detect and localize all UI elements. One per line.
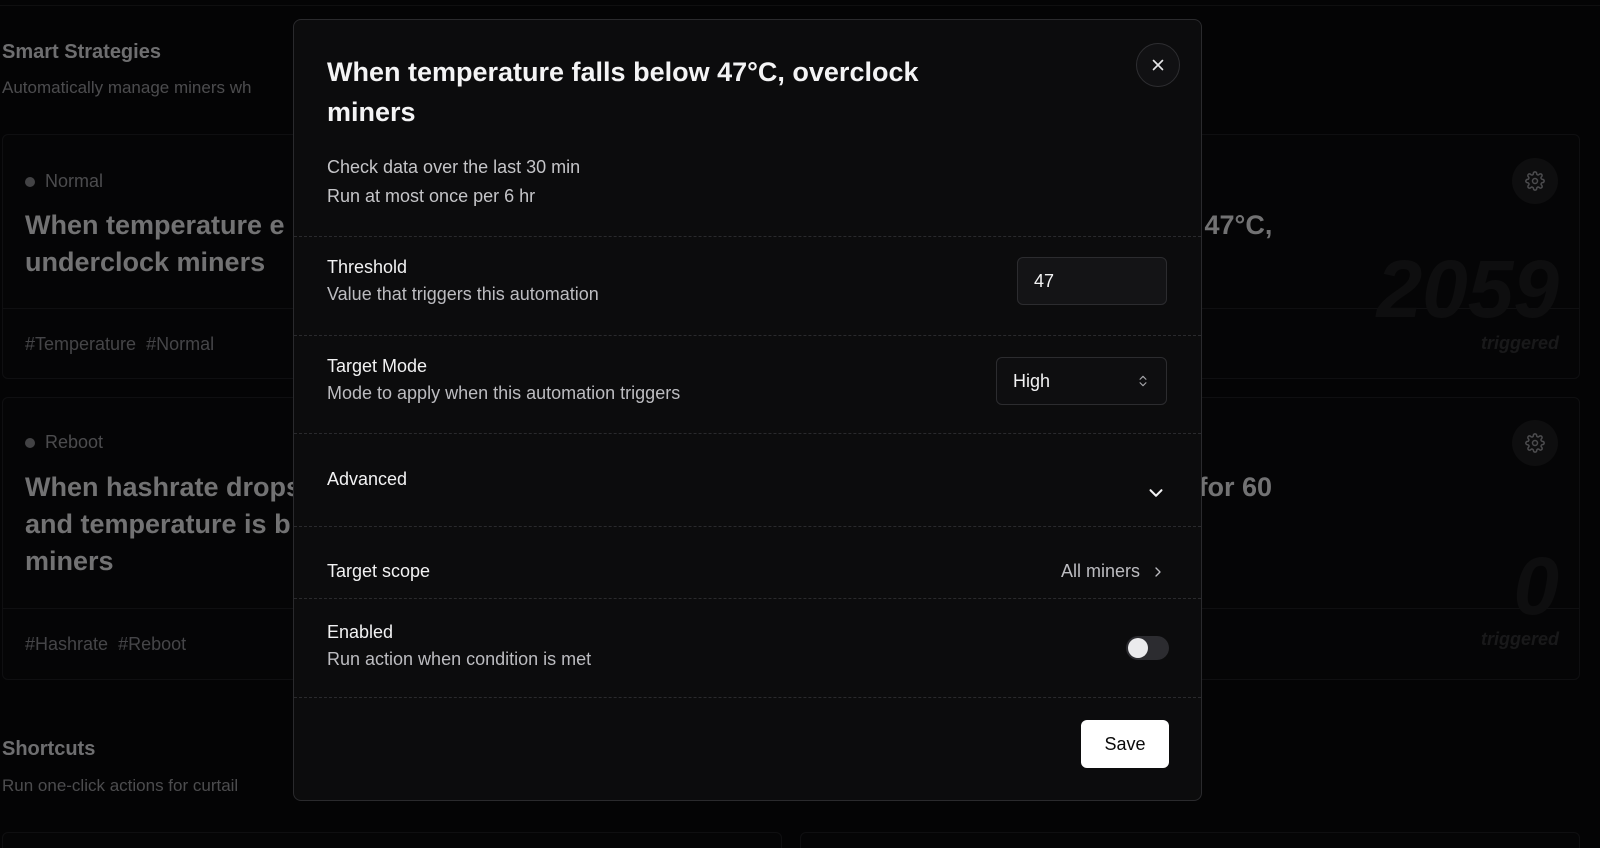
enabled-toggle[interactable] xyxy=(1126,636,1169,660)
threshold-label: Threshold xyxy=(327,257,408,277)
chevron-up-down-icon xyxy=(1139,375,1147,387)
lookback-window-text: Check data over the last 30 min xyxy=(327,157,581,177)
section-divider xyxy=(294,697,1201,698)
target-mode-select[interactable]: High xyxy=(996,357,1167,405)
close-icon xyxy=(1152,59,1164,71)
close-button[interactable] xyxy=(1136,43,1180,87)
cooldown-text: Run at most once per 6 hr xyxy=(327,186,536,206)
enabled-label: Enabled xyxy=(327,622,394,642)
target-scope-link[interactable]: All miners xyxy=(1061,561,1166,582)
target-mode-value: High xyxy=(1013,370,1051,391)
toggle-knob xyxy=(1128,638,1148,658)
target-mode-label: Target Mode xyxy=(327,356,428,376)
automation-settings-dialog: When temperature falls below 47°C, overc… xyxy=(293,19,1202,801)
section-divider xyxy=(294,598,1201,599)
threshold-description: Value that triggers this automation xyxy=(327,284,599,304)
save-button[interactable]: Save xyxy=(1081,720,1169,768)
enabled-description: Run action when condition is met xyxy=(327,649,592,669)
target-scope-value: All miners xyxy=(1060,561,1140,581)
section-divider xyxy=(294,236,1201,237)
page: Smart Strategies Automatically manage mi… xyxy=(0,0,1600,848)
dialog-title: When temperature falls below 47°C, overc… xyxy=(327,57,919,127)
advanced-toggle-label[interactable]: Advanced xyxy=(327,469,407,490)
chevron-down-icon[interactable] xyxy=(1145,482,1167,504)
section-divider xyxy=(294,335,1201,336)
threshold-input[interactable] xyxy=(1017,257,1167,305)
target-mode-description: Mode to apply when this automation trigg… xyxy=(327,383,681,403)
section-divider xyxy=(294,433,1201,434)
chevron-right-icon xyxy=(1155,566,1161,577)
section-divider xyxy=(294,526,1201,527)
target-scope-label: Target scope xyxy=(327,561,431,581)
